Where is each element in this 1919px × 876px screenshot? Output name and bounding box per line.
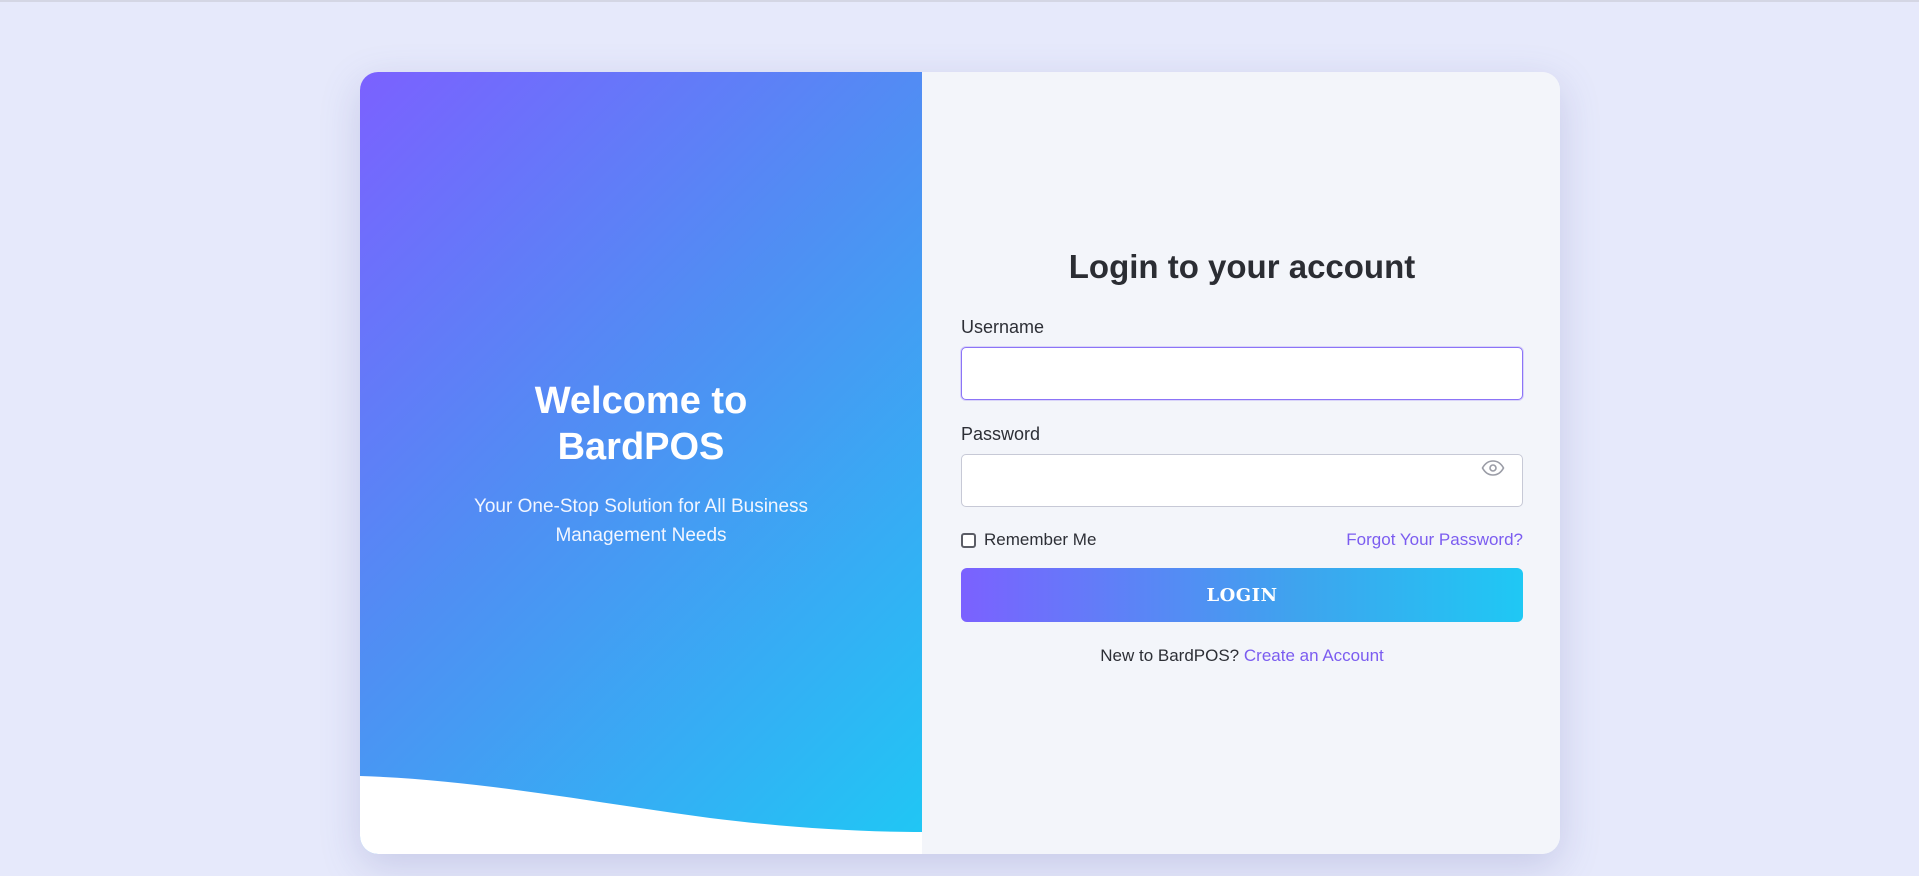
form-title: Login to your account (1068, 248, 1416, 285)
signup-text: New to BardPOS? (1100, 646, 1240, 665)
welcome-title: Welcome to BardPOS (534, 380, 748, 468)
create-account-link[interactable]: Create an Account (1244, 646, 1384, 665)
remember-checkbox[interactable] (961, 532, 976, 548)
username-input[interactable] (961, 347, 1523, 400)
login-form: Login to your account Username Password … (961, 247, 1523, 666)
signup-prompt: New to BardPOS? Create an Account (961, 646, 1523, 666)
top-border (0, 0, 1919, 2)
remember-me[interactable]: Remember Me (961, 530, 1096, 550)
login-panel: Login to your account Username Password … (922, 72, 1560, 854)
password-label: Password (961, 424, 1041, 444)
welcome-panel: Welcome to BardPOS Your One-Stop Solutio… (360, 72, 922, 854)
welcome-subtitle: Your One-Stop Solution for All Business … (473, 496, 809, 546)
remember-forgot-row: Remember Me Forgot Your Password? (961, 529, 1523, 551)
password-field-wrap (961, 446, 1523, 507)
forgot-password-link[interactable]: Forgot Your Password? (1346, 530, 1523, 550)
login-card: Welcome to BardPOS Your One-Stop Solutio… (360, 72, 1560, 854)
wave-decoration (360, 776, 922, 854)
eye-icon[interactable] (1481, 460, 1505, 476)
remember-label: Remember Me (984, 530, 1097, 549)
username-label: Username (961, 317, 1045, 337)
welcome-block: Welcome to BardPOS Your One-Stop Solutio… (360, 378, 922, 550)
login-button[interactable]: LOGIN (961, 568, 1523, 622)
password-input[interactable] (961, 454, 1523, 507)
